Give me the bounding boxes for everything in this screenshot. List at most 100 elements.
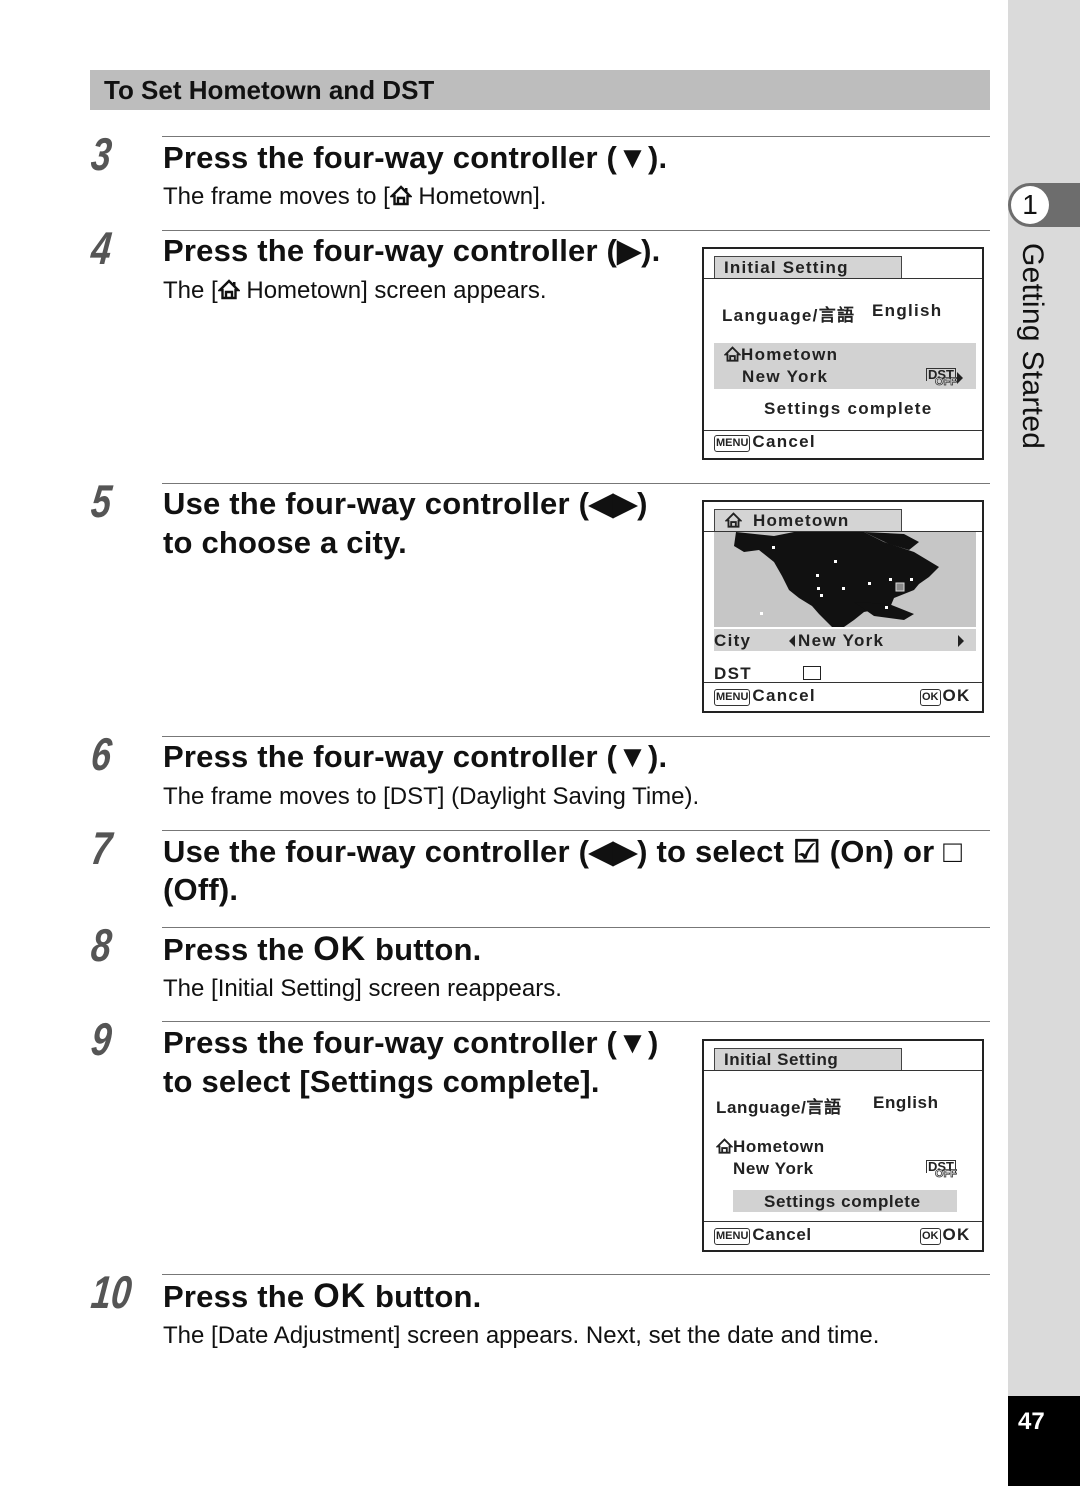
cancel-label: Cancel xyxy=(752,1225,812,1244)
step-title: Press the OK button. xyxy=(163,930,481,969)
screen-tab: Initial Setting xyxy=(714,256,902,278)
step-description: The frame moves to [ Hometown]. xyxy=(163,182,546,212)
step-title: Press the four-way controller (▼) xyxy=(163,1025,659,1060)
arrow-right-icon[interactable] xyxy=(958,635,964,647)
divider xyxy=(162,927,990,928)
step-number: 6 xyxy=(88,728,115,780)
title-text: Press the xyxy=(163,932,314,967)
city-value[interactable]: New York xyxy=(798,631,884,651)
divider xyxy=(704,278,982,279)
ok-button[interactable]: OK OK xyxy=(920,686,971,706)
divider xyxy=(704,682,982,683)
hometown-label[interactable]: Hometown xyxy=(733,1137,825,1157)
cancel-button[interactable]: MENU Cancel xyxy=(714,432,816,452)
step-number: 3 xyxy=(88,128,115,180)
dst-off-icon: DST OFF xyxy=(926,368,958,389)
divider xyxy=(162,483,990,484)
dst-icon-sub: OFF xyxy=(935,376,958,389)
step-title: Press the four-way controller (▶). xyxy=(163,233,661,268)
dst-icon-sub: OFF xyxy=(935,1168,958,1181)
cancel-button[interactable]: MENU Cancel xyxy=(714,686,816,706)
cancel-label: Cancel xyxy=(752,432,816,451)
dst-checkbox[interactable] xyxy=(803,666,821,680)
chapter-title: Getting Started xyxy=(1016,243,1049,450)
divider xyxy=(162,230,990,231)
city-marker xyxy=(817,587,820,590)
city-marker xyxy=(816,574,819,577)
step-title: Press the four-way controller (▼). xyxy=(163,140,668,175)
settings-complete-item[interactable]: Settings complete xyxy=(764,1192,921,1212)
ok-key-icon: OK xyxy=(920,689,941,706)
home-icon xyxy=(389,185,412,206)
step-number: 8 xyxy=(88,919,115,971)
screen-tab: Initial Setting xyxy=(714,1048,902,1070)
divider xyxy=(162,1274,990,1275)
ok-button-label: OK xyxy=(313,1277,367,1315)
cancel-button[interactable]: MENU Cancel xyxy=(714,1225,812,1245)
city-marker xyxy=(772,546,775,549)
city-marker xyxy=(910,578,913,581)
section-header: To Set Hometown and DST xyxy=(90,70,990,110)
menu-key-icon: MENU xyxy=(714,1228,751,1245)
arrow-right-icon xyxy=(957,372,963,384)
step-number: 9 xyxy=(88,1013,115,1065)
ok-button[interactable]: OK OK xyxy=(920,1225,971,1245)
divider xyxy=(704,430,982,431)
city-marker xyxy=(842,587,845,590)
menu-key-icon: MENU xyxy=(714,435,751,452)
cancel-label: Cancel xyxy=(752,686,816,705)
hometown-city[interactable]: New York xyxy=(733,1159,814,1179)
divider xyxy=(162,1021,990,1022)
divider xyxy=(704,1221,982,1222)
home-icon xyxy=(724,346,741,362)
divider xyxy=(162,136,990,137)
title-text: button. xyxy=(366,1279,482,1314)
step-number: 7 xyxy=(88,822,115,874)
step-title: Use the four-way controller (◀▶) xyxy=(163,486,648,521)
ok-key-icon: OK xyxy=(920,1228,941,1245)
desc-text: The [ xyxy=(163,277,218,304)
screen-tab: Hometown xyxy=(714,509,902,531)
step-number: 10 xyxy=(88,1266,135,1318)
world-map[interactable] xyxy=(714,532,976,627)
camera-screen-hometown: Hometown City New York DST MENU Cancel O… xyxy=(702,500,984,713)
title-text: button. xyxy=(366,932,482,967)
city-marker xyxy=(885,606,888,609)
language-value: English xyxy=(872,301,943,320)
city-marker xyxy=(760,612,763,615)
city-marker xyxy=(889,578,892,581)
camera-screen-initial-setting-2: Initial Setting Language/言語 English Home… xyxy=(702,1039,984,1252)
language-value: English xyxy=(873,1093,939,1112)
step-description: The frame moves to [DST] (Daylight Savin… xyxy=(163,783,700,810)
selected-city-marker xyxy=(895,582,905,592)
camera-screen-initial-setting: Initial Setting Language/言語 English Home… xyxy=(702,247,984,460)
desc-text: Hometown]. xyxy=(411,183,547,210)
settings-complete-item[interactable]: Settings complete xyxy=(764,399,933,419)
step-title: (Off). xyxy=(163,872,239,907)
step-description: The [Date Adjustment] screen appears. Ne… xyxy=(163,1322,880,1349)
step-title: to choose a city. xyxy=(163,525,407,560)
page-number: 47 xyxy=(1018,1408,1045,1435)
desc-text: The frame moves to [ xyxy=(163,183,390,210)
chapter-number: 1 xyxy=(1011,186,1049,224)
home-icon xyxy=(716,1138,733,1154)
section-title: To Set Hometown and DST xyxy=(104,75,435,105)
step-title: to select [Settings complete]. xyxy=(163,1064,600,1099)
city-marker xyxy=(820,594,823,597)
divider xyxy=(162,736,990,737)
language-label: Language/言語 xyxy=(716,1098,842,1117)
language-label: Language/言語 xyxy=(722,306,856,325)
hometown-city[interactable]: New York xyxy=(742,367,828,387)
step-title: Use the four-way controller (◀▶) to sele… xyxy=(163,834,963,869)
dst-label: DST xyxy=(714,664,752,683)
step-title: Press the four-way controller (▼). xyxy=(163,739,668,774)
city-marker xyxy=(834,560,837,563)
home-icon xyxy=(217,279,240,300)
arrow-left-icon[interactable] xyxy=(789,635,795,647)
title-text: Press the xyxy=(163,1279,314,1314)
step-number: 5 xyxy=(88,475,115,527)
divider xyxy=(704,1070,982,1071)
dst-off-icon: DST OFF xyxy=(926,1160,958,1181)
step-number: 4 xyxy=(88,222,115,274)
hometown-label[interactable]: Hometown xyxy=(741,345,838,365)
